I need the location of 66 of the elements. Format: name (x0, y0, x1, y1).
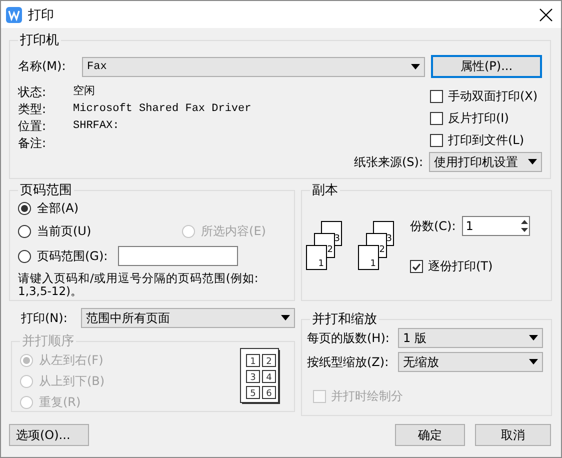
page-number: 3 (386, 234, 392, 244)
field-label: 名称(M): (18, 58, 67, 75)
field-label: 按纸型缩放(Z): (307, 354, 389, 370)
group-label: 页码范围 (19, 182, 73, 199)
info-label: 类型: (18, 101, 48, 117)
page-number: 3 (250, 373, 256, 383)
dropdown-arrow-icon (281, 315, 290, 321)
page-number: 4 (266, 373, 272, 383)
page-number: 2 (379, 245, 385, 255)
page-number: 1 (370, 259, 376, 269)
page-number: 1 (318, 259, 324, 269)
radio-icon[interactable] (18, 225, 31, 238)
radio-button[interactable]: 当前页(U) (18, 223, 92, 240)
dropdown-arrow-icon (529, 359, 538, 365)
page-number: 5 (250, 389, 256, 399)
group-label: 并打顺序 (21, 333, 75, 350)
print-range-dropdown[interactable]: 范围中所有页面 (81, 308, 295, 328)
checkbox[interactable]: 手动双面打印(X) (430, 88, 542, 105)
copies-spinner[interactable]: 1 (462, 216, 530, 236)
group-label: 副本 (311, 182, 339, 199)
page-number: 6 (266, 389, 272, 399)
close-icon[interactable] (539, 8, 553, 22)
checkbox-icon[interactable] (410, 260, 423, 273)
pages-per-sheet-dropdown[interactable]: 1 版 (398, 328, 543, 348)
scale-dropdown[interactable]: 无缩放 (398, 352, 543, 372)
checkbox[interactable]: 打印到文件(L) (430, 132, 542, 149)
spinner-arrows-icon[interactable] (520, 219, 529, 233)
radio-button[interactable]: 全部(A) (18, 200, 79, 217)
cancel-button[interactable]: 取消 (475, 424, 551, 446)
window-title: 打印 (28, 6, 55, 24)
checkmark-icon (412, 262, 421, 270)
page-number: 2 (266, 357, 272, 367)
ok-button[interactable]: 确定 (395, 424, 465, 446)
info-value: SHRFAX: (73, 119, 120, 134)
dropdown-arrow-icon (528, 159, 537, 165)
radio-button[interactable]: 页码范围(G): (18, 248, 108, 264)
hint-text: 请键入页码和/或用逗号分隔的页码范围(例如: 1,3,5-12)。 (18, 272, 260, 298)
group-label: 并打和缩放 (311, 311, 378, 328)
options-button[interactable]: 选项(O)... (9, 424, 89, 446)
checkbox-icon[interactable] (430, 90, 443, 103)
page-number: 1 (250, 357, 256, 367)
page-number: 3 (334, 234, 340, 244)
checkbox-icon[interactable] (430, 134, 443, 147)
field-label: 纸张来源(S): (354, 154, 423, 170)
field-label: 打印(N): (21, 310, 68, 326)
group-label: 打印机 (19, 32, 60, 49)
dropdown-arrow-icon (529, 335, 538, 341)
info-label: 位置: (18, 118, 48, 134)
radio-icon[interactable] (18, 202, 31, 215)
info-label: 备注: (18, 135, 48, 151)
info-label: 状态: (18, 84, 48, 100)
app-logo-icon (6, 6, 22, 22)
info-value: Microsoft Shared Fax Driver (73, 102, 252, 117)
info-value: 空闲 (73, 84, 96, 100)
checkbox[interactable]: 反片打印(I) (430, 110, 542, 127)
page-range-input[interactable] (118, 246, 238, 266)
field-label: 每页的版数(H): (307, 330, 390, 346)
page-number: 2 (327, 245, 333, 255)
field-label: 份数(C): (410, 218, 456, 234)
printer-dropdown[interactable]: Fax (82, 56, 425, 76)
dropdown-arrow-icon (411, 64, 420, 70)
checkbox[interactable]: 逐份打印(T) (410, 258, 530, 275)
radio-icon[interactable] (18, 250, 31, 262)
properties-button[interactable]: 属性(P)... (431, 55, 542, 78)
checkbox-icon[interactable] (430, 112, 443, 125)
paper-source-dropdown[interactable]: 使用打印机设置 (429, 152, 542, 172)
